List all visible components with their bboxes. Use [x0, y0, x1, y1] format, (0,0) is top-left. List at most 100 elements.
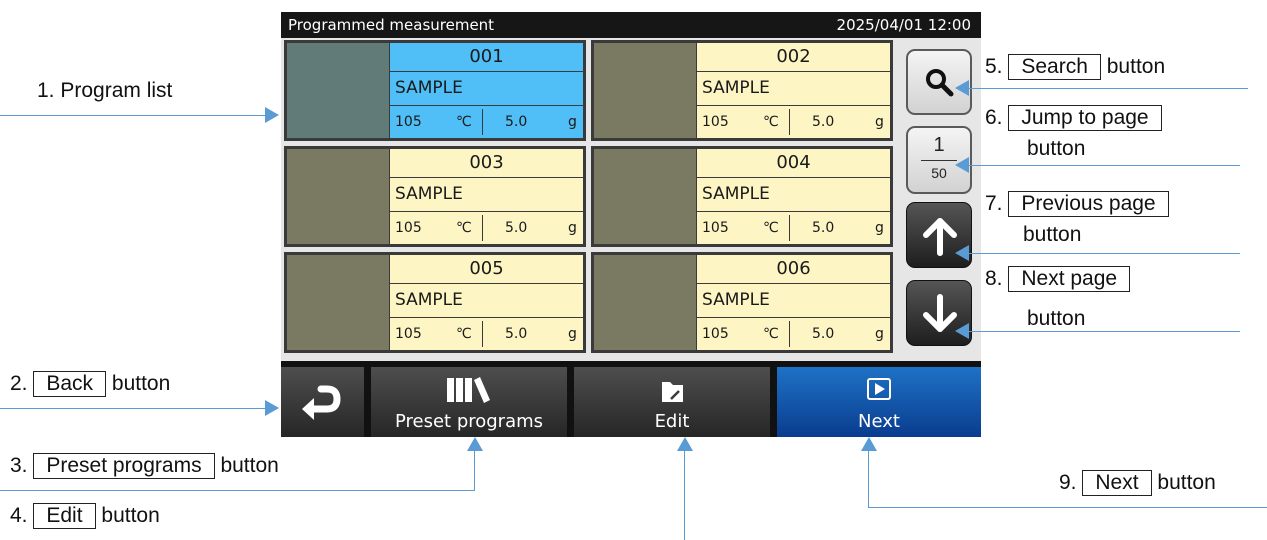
annotation-number: 3.	[10, 454, 28, 477]
annotation-label-box: Jump to page	[1008, 105, 1162, 131]
annotation-next-page-suffix: button	[1027, 307, 1085, 331]
annotation-next-page: 8. Next page	[985, 266, 1131, 292]
leader-line	[474, 450, 475, 491]
leader-line	[968, 331, 1240, 332]
annotation-edit: 4. Edit button	[10, 503, 160, 529]
program-params: 105 ℃ 5.0 g	[390, 212, 583, 244]
weight-unit: g	[568, 114, 577, 130]
leader-line	[868, 507, 1267, 508]
program-thumbnail	[594, 149, 696, 244]
play-icon	[867, 378, 891, 400]
temperature-unit: ℃	[763, 326, 779, 342]
program-weight: 5.0	[505, 326, 528, 342]
leader-line	[868, 450, 869, 507]
param-separator	[789, 215, 790, 241]
next-button[interactable]: Next	[777, 367, 981, 437]
back-button[interactable]	[281, 367, 364, 437]
return-arrow-icon	[302, 385, 341, 420]
annotation-number: 9.	[1059, 471, 1077, 494]
annotation-label-box: Next	[1082, 470, 1152, 496]
device-screen: Programmed measurement 2025/04/01 12:00 …	[281, 12, 981, 437]
program-number: 003	[390, 149, 583, 177]
program-info: 001 SAMPLE 105 ℃ 5.0 g	[390, 43, 583, 138]
edit-label: Edit	[654, 411, 690, 432]
program-info: 002 SAMPLE 105 ℃ 5.0 g	[697, 43, 890, 138]
next-label: Next	[858, 411, 900, 432]
annotation-number: 2.	[10, 372, 28, 395]
program-number: 001	[390, 43, 583, 71]
program-params: 105 ℃ 5.0 g	[390, 318, 583, 350]
weight-unit: g	[568, 220, 577, 236]
program-params: 105 ℃ 5.0 g	[697, 106, 890, 138]
leader-line	[968, 165, 1240, 166]
arrow-head	[467, 437, 483, 451]
program-params: 105 ℃ 5.0 g	[697, 318, 890, 350]
program-card-003[interactable]: 003 SAMPLE 105 ℃ 5.0 g	[284, 146, 586, 247]
weight-unit: g	[568, 326, 577, 342]
annotation-search: 5. Search button	[985, 54, 1165, 80]
program-card-002[interactable]: 002 SAMPLE 105 ℃ 5.0 g	[591, 40, 893, 141]
annotation-suffix: button	[1027, 137, 1086, 160]
arrow-head	[955, 245, 969, 261]
program-number: 006	[697, 255, 890, 283]
preset-programs-label: Preset programs	[394, 411, 544, 432]
annotation-previous-page: 7. Previous page	[985, 191, 1169, 217]
annotation-suffix: button	[1106, 55, 1166, 78]
temperature-unit: ℃	[763, 220, 779, 236]
annotation-next: 9. Next button	[1059, 470, 1216, 496]
leader-line	[968, 88, 1248, 89]
annotation-label-box: Next page	[1008, 266, 1131, 292]
annotation-program-list: 1. Program list	[37, 79, 172, 103]
weight-unit: g	[875, 220, 884, 236]
leader-line	[0, 490, 474, 491]
program-info: 005 SAMPLE 105 ℃ 5.0 g	[390, 255, 583, 350]
annotation-number: 5.	[985, 55, 1003, 78]
program-temperature: 105	[702, 220, 729, 236]
edit-button[interactable]: Edit	[574, 367, 770, 437]
program-weight: 5.0	[505, 220, 528, 236]
preset-programs-button[interactable]: Preset programs	[371, 367, 567, 437]
weight-unit: g	[875, 114, 884, 130]
annotation-suffix: button	[1023, 223, 1082, 246]
annotation-preset-programs: 3. Preset programs button	[10, 453, 279, 479]
program-thumbnail	[594, 255, 696, 350]
annotation-suffix: button	[1157, 471, 1216, 494]
annotation-number: 6.	[985, 106, 1003, 129]
arrow-head	[955, 157, 969, 173]
param-separator	[482, 321, 483, 347]
books-icon	[447, 377, 490, 403]
program-weight: 5.0	[812, 220, 835, 236]
leader-line	[968, 253, 1240, 254]
annotation-suffix: button	[101, 504, 160, 527]
temperature-unit: ℃	[763, 114, 779, 130]
program-temperature: 105	[395, 326, 422, 342]
param-separator	[789, 321, 790, 347]
arrow-head	[265, 400, 279, 416]
param-separator	[789, 109, 790, 135]
arrow-head	[955, 80, 969, 96]
program-number: 005	[390, 255, 583, 283]
program-temperature: 105	[395, 114, 422, 130]
temperature-unit: ℃	[456, 220, 472, 236]
temperature-unit: ℃	[456, 114, 472, 130]
annotation-number: 4.	[10, 504, 28, 527]
leader-line	[0, 115, 266, 116]
program-temperature: 105	[395, 220, 422, 236]
program-weight: 5.0	[505, 114, 528, 130]
annotation-suffix: button	[111, 372, 171, 395]
datetime-display: 2025/04/01 12:00	[836, 16, 971, 34]
program-card-001[interactable]: 001 SAMPLE 105 ℃ 5.0 g	[284, 40, 586, 141]
program-number: 004	[697, 149, 890, 177]
annotation-back: 2. Back button	[10, 371, 170, 397]
annotation-jump-to-page: 6. Jump to page	[985, 105, 1162, 131]
program-card-005[interactable]: 005 SAMPLE 105 ℃ 5.0 g	[284, 252, 586, 353]
program-card-004[interactable]: 004 SAMPLE 105 ℃ 5.0 g	[591, 146, 893, 247]
arrow-head	[861, 437, 877, 451]
program-list: 001 SAMPLE 105 ℃ 5.0 g 002 SAMPLE 105 ℃ 5.0 g 003 SAM…	[281, 38, 981, 361]
page-divider	[921, 160, 957, 161]
program-name: SAMPLE	[697, 178, 890, 211]
annotation-jump-suffix: button	[1027, 137, 1085, 161]
temperature-unit: ℃	[456, 326, 472, 342]
program-card-006[interactable]: 006 SAMPLE 105 ℃ 5.0 g	[591, 252, 893, 353]
annotation-previous-suffix: button	[1023, 223, 1081, 247]
